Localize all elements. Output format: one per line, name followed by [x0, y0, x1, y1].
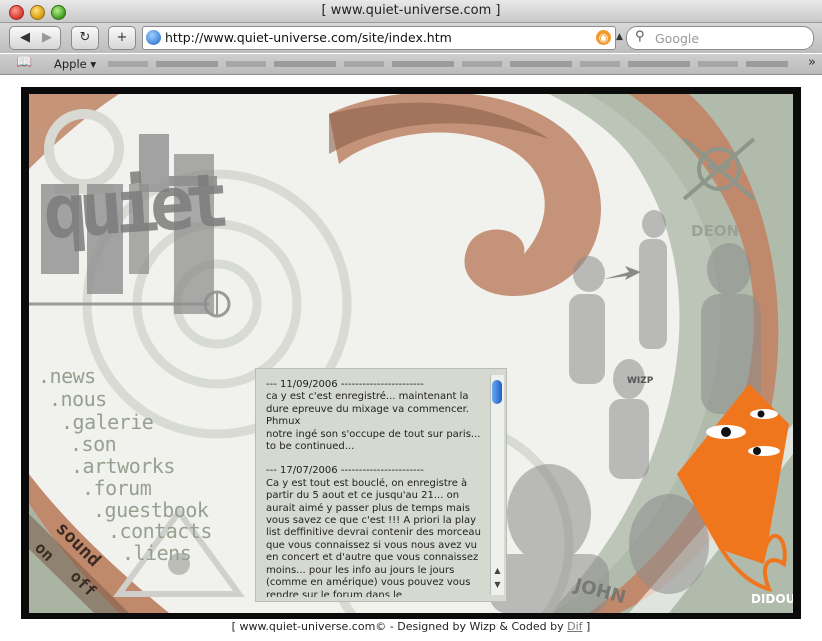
window-titlebar: [ www.quiet-universe.com ] — [0, 0, 822, 23]
news-entry: --- 11/09/2006 ----------------------- c… — [266, 379, 491, 453]
site-favicon-globe-icon — [146, 30, 161, 45]
browser-toolbar: ◀ ▶ ↻ + http://www.quiet-universe.com/si… — [0, 23, 822, 53]
plus-icon: + — [116, 30, 128, 45]
menu-news[interactable]: .news — [38, 364, 96, 388]
more-bookmarks-chevron[interactable]: » — [808, 55, 816, 70]
bookmarks-bar: 📖 Apple ▾ » — [0, 54, 822, 75]
news-entry-text: Ca y est tout est bouclé, on enregistre … — [266, 477, 485, 597]
menu-forum[interactable]: .forum — [82, 476, 152, 500]
add-bookmark-button[interactable]: + — [108, 26, 136, 50]
news-scrollbar[interactable]: ▲ ▼ — [490, 375, 504, 595]
decor-label-deon: DEON — [691, 222, 740, 240]
news-entry-text: ca y est c'est enregistré... maintenant … — [266, 391, 481, 453]
reload-icon: ↻ — [79, 30, 91, 45]
address-bar[interactable]: http://www.quiet-universe.com/site/index… — [142, 26, 616, 50]
rss-icon[interactable]: ◉ — [596, 30, 611, 45]
bookmarks-book-icon[interactable]: 📖 — [16, 55, 32, 70]
menu-artworks[interactable]: .artworks — [71, 454, 175, 478]
search-field[interactable]: ⚲ Google — [626, 26, 814, 50]
news-entry-header: --- 17/07/2006 ----------------------- — [266, 465, 424, 477]
news-panel: --- 11/09/2006 ----------------------- c… — [255, 368, 507, 602]
quiet-logo-text: quiet — [40, 157, 224, 257]
bookmark-items-blurred — [108, 61, 788, 67]
site-footer: [ www.quiet-universe.com© - Designed by … — [0, 620, 822, 633]
menu-nous[interactable]: .nous — [49, 387, 107, 411]
bookmark-apple-menu[interactable]: Apple ▾ — [54, 57, 96, 71]
news-entry-header: --- 11/09/2006 ----------------------- — [266, 379, 424, 390]
reload-button[interactable]: ↻ — [71, 26, 99, 50]
site-stage: quiet DEON JOHN DIDOU WIZP --- 11/09/200… — [29, 94, 793, 613]
back-forward-button-group: ◀ ▶ — [9, 26, 61, 50]
address-bar-url[interactable]: http://www.quiet-universe.com/site/index… — [165, 30, 452, 45]
footer-suffix: ] — [582, 620, 591, 633]
news-scroll-area[interactable]: --- 11/09/2006 ----------------------- c… — [266, 379, 491, 597]
decor-label-didou: DIDOU — [751, 592, 793, 606]
news-scrollbar-thumb[interactable] — [492, 380, 502, 404]
menu-son[interactable]: .son — [70, 432, 117, 456]
news-entry: --- 17/07/2006 ----------------------- C… — [266, 465, 491, 597]
site-frame: quiet DEON JOHN DIDOU WIZP --- 11/09/200… — [21, 87, 801, 619]
footer-coder-link[interactable]: Dif — [567, 620, 582, 633]
search-icon: ⚲ — [635, 29, 645, 44]
scroll-up-arrow-icon[interactable]: ▲ — [491, 566, 504, 579]
menu-liens[interactable]: .liens — [122, 541, 192, 565]
back-arrow-icon[interactable]: ◀ — [14, 27, 36, 49]
decor-label-wizp: WIZP — [627, 376, 654, 386]
forward-arrow-icon[interactable]: ▶ — [36, 27, 58, 49]
footer-text: [ www.quiet-universe.com© - Designed by … — [231, 620, 568, 633]
window-title: [ www.quiet-universe.com ] — [321, 3, 501, 18]
search-placeholder: Google — [655, 31, 700, 46]
menu-contacts[interactable]: .contacts — [108, 519, 212, 543]
scroll-down-arrow-icon[interactable]: ▼ — [491, 580, 504, 593]
menu-galerie[interactable]: .galerie — [61, 410, 154, 434]
url-history-chevron-icon[interactable]: ▲ — [616, 32, 623, 42]
